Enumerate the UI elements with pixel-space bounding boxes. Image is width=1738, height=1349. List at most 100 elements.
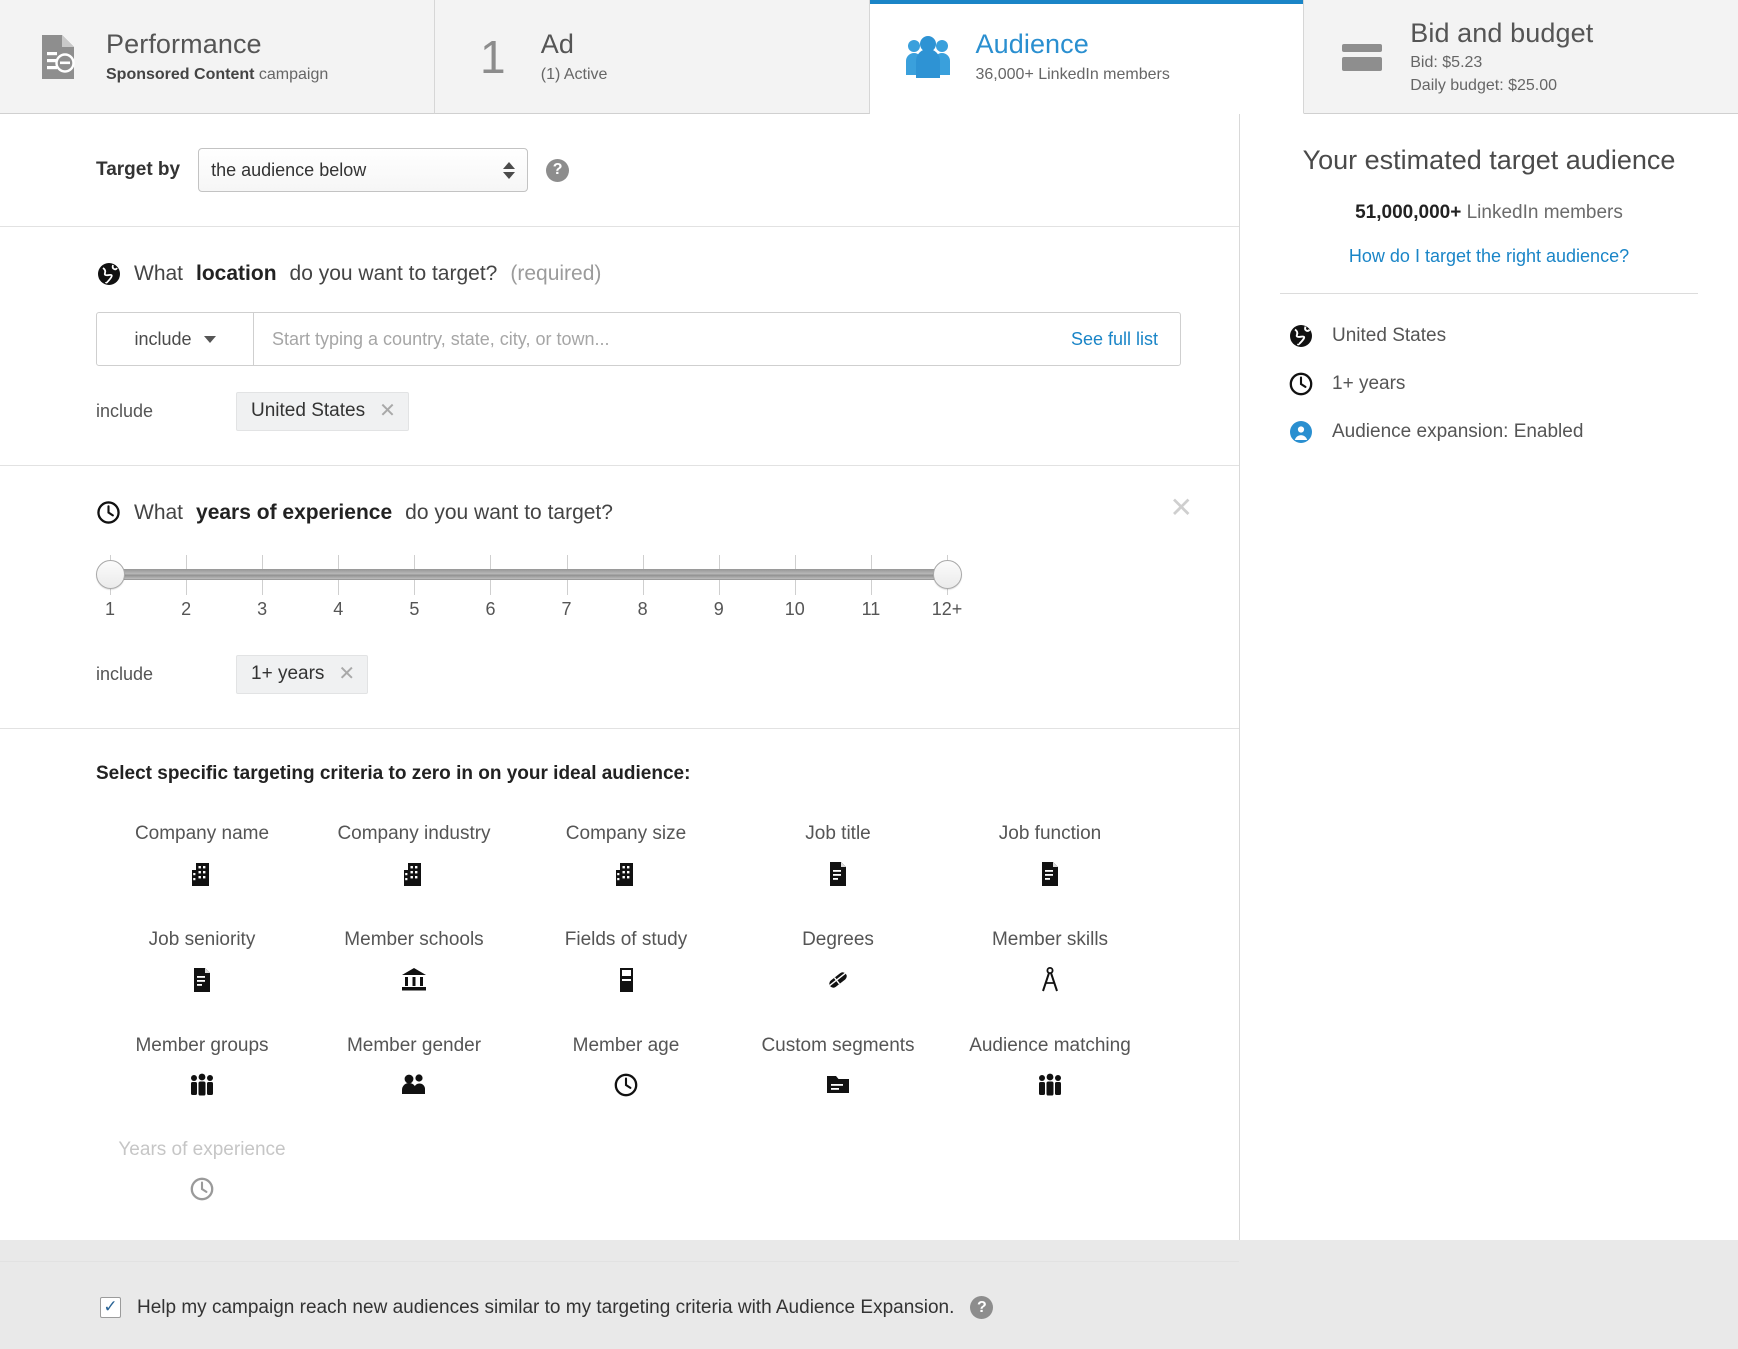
experience-slider-rail xyxy=(103,569,954,580)
experience-slider-tick-label: 12+ xyxy=(931,599,963,619)
tab-performance[interactable]: Performance Sponsored Content campaign xyxy=(0,0,435,114)
location-section: What location do you want to target? (re… xyxy=(0,227,1239,466)
audience-summary-list: United States 1+ years Audience expansion:… xyxy=(1280,324,1698,444)
location-chip-remove-icon[interactable]: ✕ xyxy=(379,401,396,421)
ad-count: 1 xyxy=(465,34,521,80)
location-required-note: (required) xyxy=(510,261,602,285)
tab-bid-line2: Daily budget: $25.00 xyxy=(1410,77,1558,95)
compass-icon xyxy=(1039,967,1061,997)
people-icon xyxy=(900,32,956,82)
tab-bid-title: Bid and budget xyxy=(1410,17,1594,48)
criteria-item-label: Custom segments xyxy=(761,1035,915,1056)
criteria-item-years-of-experience: Years of experience xyxy=(96,1123,308,1227)
criteria-item-label: Job seniority xyxy=(148,929,256,950)
criteria-item-label: Member age xyxy=(572,1035,680,1056)
criteria-item-job-function[interactable]: Job function xyxy=(944,807,1156,913)
location-question-post: do you want to target? xyxy=(289,261,498,285)
experience-slider-tick-label: 5 xyxy=(409,599,420,619)
target-by-value: the audience below xyxy=(211,159,367,180)
experience-slider[interactable]: 1 2 3 4 5 6 7 8 9 10 11 12+ xyxy=(95,555,963,629)
tab-audience[interactable]: Audience 36,000+ LinkedIn members xyxy=(869,0,1305,114)
estimated-audience-count-value: 51,000,000+ xyxy=(1355,202,1462,224)
criteria-item-audience-matching[interactable]: Audience matching xyxy=(944,1019,1156,1123)
document-icon xyxy=(192,967,212,997)
criteria-item-label: Fields of study xyxy=(564,929,688,950)
experience-chip-1-plus-years: 1+ years ✕ xyxy=(236,655,369,694)
location-question: What location do you want to target? (re… xyxy=(96,261,1199,286)
criteria-item-member-age[interactable]: Member age xyxy=(520,1019,732,1123)
audience-expansion-help-icon[interactable]: ? xyxy=(970,1296,994,1319)
criteria-item-company-size[interactable]: Company size xyxy=(520,807,732,913)
location-question-bold: location xyxy=(196,261,277,285)
document-chart-icon xyxy=(30,34,86,80)
audience-form: Target by the audience below ? What loca… xyxy=(0,114,1240,1319)
experience-slider-max-handle[interactable] xyxy=(932,560,962,589)
experience-slider-track[interactable] xyxy=(95,555,962,595)
location-selected-row: include United States ✕ xyxy=(96,392,1199,431)
tab-bid-line1: Bid: $5.23 xyxy=(1410,54,1483,72)
criteria-heading: Select specific targeting criteria to ze… xyxy=(96,763,691,784)
location-include-dropdown[interactable]: include xyxy=(97,313,254,365)
audience-summary-item: Audience expansion: Enabled xyxy=(1280,420,1698,444)
chevron-updown-icon xyxy=(503,161,516,179)
experience-slider-tick-label: 9 xyxy=(713,599,724,619)
experience-slider-tick-label: 8 xyxy=(637,599,648,619)
criteria-item-job-title[interactable]: Job title xyxy=(732,807,944,913)
clock-icon xyxy=(190,1177,214,1205)
criteria-item-fields-of-study[interactable]: Fields of study xyxy=(520,913,732,1019)
audience-expansion-icon xyxy=(1288,420,1314,444)
criteria-item-custom-segments[interactable]: Custom segments xyxy=(732,1019,944,1123)
globe-icon xyxy=(96,261,121,286)
tab-ad[interactable]: 1 Ad (1) Active xyxy=(434,0,870,114)
target-by-help-icon[interactable]: ? xyxy=(546,158,570,182)
experience-close-icon[interactable]: ✕ xyxy=(1170,494,1193,522)
experience-chip-remove-icon[interactable]: ✕ xyxy=(338,664,355,684)
audience-summary-item: United States xyxy=(1280,324,1698,348)
criteria-item-job-seniority[interactable]: Job seniority xyxy=(96,913,308,1019)
tab-bid-and-budget[interactable]: Bid and budget Bid: $5.23 Daily budget: … xyxy=(1304,0,1738,114)
see-full-list-link[interactable]: See full list xyxy=(1049,313,1180,365)
location-input-row: include See full list xyxy=(96,312,1181,366)
location-chip-united-states: United States ✕ xyxy=(236,392,409,431)
clock-icon xyxy=(96,500,121,525)
tab-performance-sub-rest: campaign xyxy=(254,65,329,83)
experience-slider-tick-label: 2 xyxy=(181,599,192,619)
experience-slider-tick-label: 10 xyxy=(784,599,805,619)
tab-audience-title: Audience xyxy=(975,29,1089,60)
globe-icon xyxy=(1288,324,1314,348)
experience-question: What years of experience do you want to … xyxy=(96,500,1199,525)
chevron-down-icon xyxy=(203,335,216,343)
location-search-input[interactable] xyxy=(254,313,1049,365)
audience-expansion-checkbox[interactable]: ✓ xyxy=(100,1297,121,1318)
bank-icon xyxy=(401,967,427,996)
estimated-audience-count-unit: LinkedIn members xyxy=(1461,202,1623,224)
criteria-item-degrees[interactable]: Degrees xyxy=(732,913,944,1019)
experience-slider-min-handle[interactable] xyxy=(95,560,125,589)
target-by-section: Target by the audience below ? xyxy=(0,114,1239,227)
criteria-grid: Company name Company industry Company size… xyxy=(96,807,1156,1227)
criteria-item-member-schools[interactable]: Member schools xyxy=(308,913,520,1019)
diploma-icon xyxy=(825,967,851,997)
criteria-item-member-gender[interactable]: Member gender xyxy=(308,1019,520,1123)
criteria-item-company-name[interactable]: Company name xyxy=(96,807,308,913)
experience-slider-tick-label: 4 xyxy=(333,599,344,619)
criteria-item-company-industry[interactable]: Company industry xyxy=(308,807,520,913)
criteria-item-label: Member groups xyxy=(135,1035,269,1056)
experience-slider-tick-label: 3 xyxy=(257,599,268,619)
building-icon xyxy=(614,861,638,891)
criteria-item-member-groups[interactable]: Member groups xyxy=(96,1019,308,1123)
tab-performance-sub-bold: Sponsored Content xyxy=(106,65,255,83)
criteria-item-member-skills[interactable]: Member skills xyxy=(944,913,1156,1019)
tab-ad-title: Ad xyxy=(540,29,574,60)
experience-slider-tick-label: 6 xyxy=(485,599,496,619)
sidebar-divider xyxy=(1280,293,1698,295)
criteria-item-label: Degrees xyxy=(802,929,874,950)
document-icon xyxy=(1040,861,1060,891)
clock-icon xyxy=(614,1073,638,1101)
audience-expansion-row: ✓ Help my campaign reach new audiences s… xyxy=(0,1262,1239,1349)
target-right-audience-link[interactable]: How do I target the right audience? xyxy=(1280,246,1698,267)
target-by-select[interactable]: the audience below xyxy=(198,148,529,192)
experience-question-post: do you want to target? xyxy=(405,500,613,524)
criteria-item-label: Years of experience xyxy=(118,1139,286,1160)
experience-slider-tick-label: 7 xyxy=(561,599,572,619)
